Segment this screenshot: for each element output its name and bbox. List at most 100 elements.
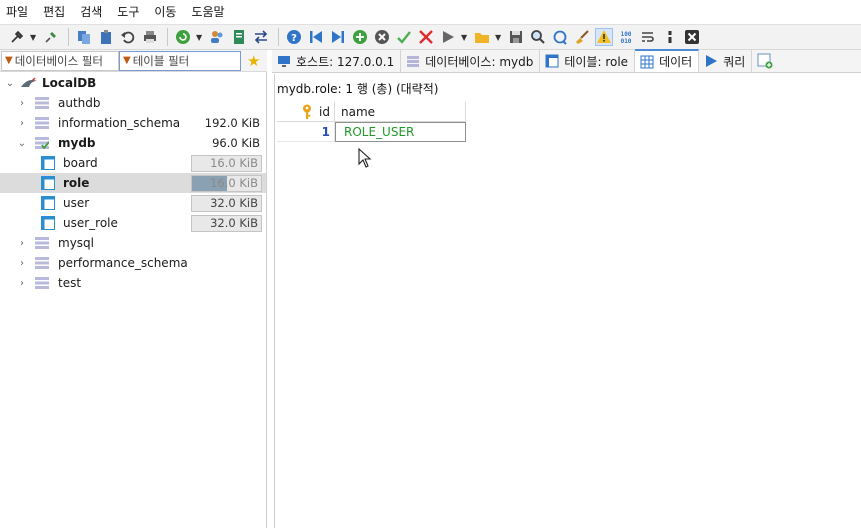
menu-help[interactable]: 도움말 — [189, 0, 231, 24]
warning-icon[interactable] — [595, 28, 613, 46]
tab-query[interactable]: 쿼리 — [699, 50, 753, 72]
disconnect-icon[interactable] — [42, 28, 60, 46]
chevron-down-icon[interactable]: ▼ — [30, 33, 38, 42]
binary-icon[interactable]: 100 010 — [617, 28, 635, 46]
first-record-icon[interactable] — [307, 28, 325, 46]
mouse-cursor-icon — [358, 148, 372, 168]
close-icon[interactable] — [683, 28, 701, 46]
db-name: information_schema — [58, 116, 181, 130]
row-count-summary: mydb.role: 1 행 (총) (대략적) — [277, 82, 439, 96]
chevron-right-icon[interactable]: › — [16, 98, 28, 109]
tree-db-mysql[interactable]: › mysql — [0, 233, 266, 253]
database-filter-placeholder: 데이터베이스 필터 — [14, 53, 103, 68]
table-size-bar: 16.0 KiB — [191, 154, 262, 172]
table-icon — [545, 54, 559, 68]
tab-database[interactable]: 데이터베이스: mydb — [401, 50, 541, 72]
cell-id[interactable]: 1 — [277, 122, 335, 142]
comment-icon[interactable] — [661, 28, 679, 46]
menu-search[interactable]: 검색 — [78, 0, 109, 24]
tab-data[interactable]: 데이터 — [635, 49, 700, 72]
delete-icon[interactable] — [417, 28, 435, 46]
menu-edit[interactable]: 편집 — [41, 0, 72, 24]
chevron-down-icon[interactable]: ▼ — [495, 33, 503, 42]
root-label: LocalDB — [42, 76, 97, 90]
new-query-tab-button[interactable] — [752, 50, 784, 72]
copy-icon[interactable] — [75, 28, 93, 46]
table-size: 16.0 KiB — [210, 155, 258, 170]
tree-table-role[interactable]: role 16.0 KiB — [0, 173, 266, 193]
database-filter-input[interactable]: ▼ 데이터베이스 필터 — [1, 50, 119, 71]
chevron-down-icon[interactable]: ⌄ — [16, 138, 28, 149]
help-icon[interactable]: ? — [285, 28, 303, 46]
brush-icon[interactable] — [573, 28, 591, 46]
database-icon — [35, 97, 49, 109]
tree-db-mydb[interactable]: ⌄ mydb 96.0 KiB — [0, 133, 266, 153]
transfer-icon[interactable] — [252, 28, 270, 46]
menu-file[interactable]: 파일 — [4, 0, 35, 24]
table-size: 16.0 KiB — [210, 175, 258, 190]
paste-icon[interactable] — [97, 28, 115, 46]
plug-icon[interactable] — [8, 28, 26, 46]
last-record-icon[interactable] — [329, 28, 347, 46]
cancel-icon[interactable] — [373, 28, 391, 46]
db-size: 96.0 KiB — [212, 136, 260, 150]
replace-icon[interactable] — [551, 28, 569, 46]
table-name: user — [63, 196, 90, 210]
menu-go[interactable]: 이동 — [152, 0, 183, 24]
data-panel: mydb.role: 1 행 (총) (대략적) id name 1 ROLE_… — [274, 74, 861, 528]
export-icon[interactable] — [230, 28, 248, 46]
table-filter-placeholder: 테이블 필터 — [132, 53, 190, 68]
toolbar-separator — [167, 28, 168, 46]
tab-bar: 호스트: 127.0.0.1 데이터베이스: mydb 테이블: role 데이… — [272, 49, 861, 73]
tree-root[interactable]: ⌄ LocalDB — [0, 73, 266, 93]
tab-query-label: 쿼리 — [723, 54, 746, 69]
db-name: authdb — [58, 96, 101, 110]
tree-table-board[interactable]: board 16.0 KiB — [0, 153, 266, 173]
chevron-right-icon[interactable]: › — [16, 258, 28, 269]
column-header-label: name — [341, 104, 376, 119]
database-icon — [35, 257, 49, 269]
tab-table[interactable]: 테이블: role — [540, 50, 636, 72]
db-name: performance_schema — [58, 256, 188, 270]
chevron-right-icon[interactable]: › — [16, 278, 28, 289]
chevron-down-icon[interactable]: ▼ — [196, 33, 204, 42]
tree-filter-bar: ▼ 데이터베이스 필터 ▼ 테이블 필터 ★ — [0, 50, 267, 72]
undo-icon[interactable] — [119, 28, 137, 46]
wrap-icon[interactable] — [639, 28, 657, 46]
save-icon[interactable] — [507, 28, 525, 46]
add-query-icon — [757, 53, 773, 69]
user-manager-icon[interactable] — [208, 28, 226, 46]
column-header-name[interactable]: name — [335, 102, 466, 122]
menu-tools[interactable]: 도구 — [115, 0, 146, 24]
favorite-star-icon[interactable]: ★ — [247, 52, 260, 70]
insert-row-icon[interactable] — [351, 28, 369, 46]
tree-table-user-role[interactable]: user_role 32.0 KiB — [0, 213, 266, 233]
print-icon[interactable] — [141, 28, 159, 46]
menu-bar: 파일 편집 검색 도구 이동 도움말 — [0, 0, 861, 24]
db-size: 192.0 KiB — [204, 116, 260, 130]
chevron-down-icon[interactable]: ⌄ — [4, 78, 16, 89]
tree-db-information-schema[interactable]: › information_schema 192.0 KiB — [0, 113, 266, 133]
grid-icon — [640, 55, 654, 69]
tree-db-authdb[interactable]: › authdb — [0, 93, 266, 113]
database-icon — [406, 54, 420, 68]
chevron-right-icon[interactable]: › — [16, 238, 28, 249]
run-icon[interactable] — [439, 28, 457, 46]
apply-icon[interactable] — [395, 28, 413, 46]
tree-db-performance-schema[interactable]: › performance_schema — [0, 253, 266, 273]
table-size-bar: 32.0 KiB — [191, 214, 262, 232]
tab-table-label: 테이블: role — [564, 54, 629, 69]
folder-icon[interactable] — [473, 28, 491, 46]
tree-db-test[interactable]: › test — [0, 273, 266, 293]
cell-name[interactable]: ROLE_USER — [335, 122, 466, 142]
table-name: board — [63, 156, 98, 170]
find-icon[interactable] — [529, 28, 547, 46]
chevron-down-icon[interactable]: ▼ — [461, 33, 469, 42]
tab-host[interactable]: 호스트: 127.0.0.1 — [272, 50, 402, 72]
table-filter-input[interactable]: ▼ 테이블 필터 — [119, 50, 241, 71]
chevron-right-icon[interactable]: › — [16, 118, 28, 129]
tab-data-label: 데이터 — [659, 55, 693, 69]
refresh-icon[interactable] — [174, 28, 192, 46]
tree-table-user[interactable]: user 32.0 KiB — [0, 193, 266, 213]
column-header-id[interactable]: id — [277, 102, 335, 122]
